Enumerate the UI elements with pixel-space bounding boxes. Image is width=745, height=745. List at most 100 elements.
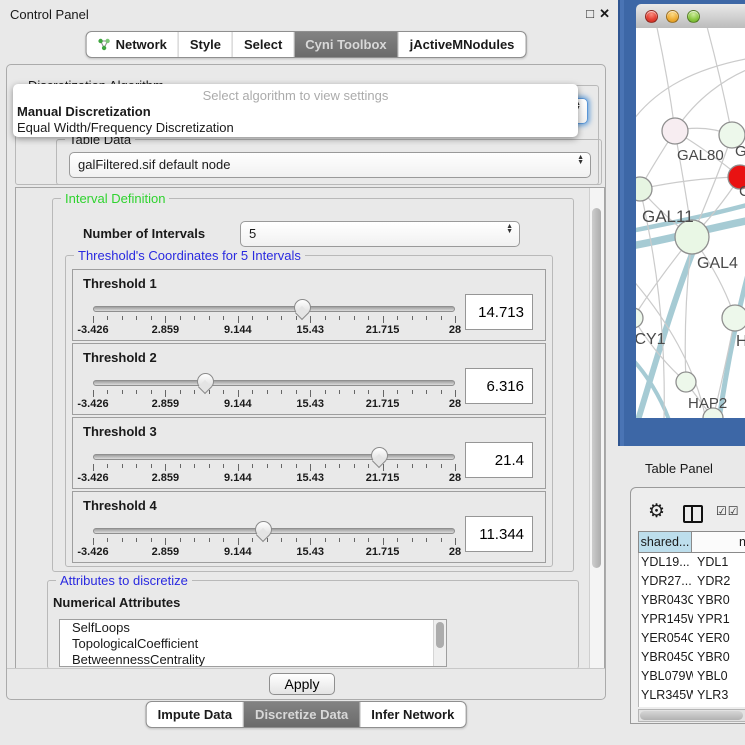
- node-label: H: [736, 333, 745, 350]
- tab-label: Style: [190, 37, 221, 52]
- table-row[interactable]: YIL052CYIL0: [639, 705, 745, 707]
- table-data-group: Table Data galFiltered.sif default node …: [56, 139, 602, 185]
- node-gal11[interactable]: [636, 177, 652, 201]
- column-header-name[interactable]: n: [692, 532, 745, 552]
- tab-impute-data[interactable]: Impute Data: [147, 702, 243, 727]
- threshold-3-slider[interactable]: -3.426 2.859 9.144 15.43 21.715 28: [93, 446, 455, 486]
- attributes-group: Attributes to discretize Numerical Attri…: [47, 580, 579, 669]
- tab-label: Network: [116, 37, 167, 52]
- threshold-2-value-field[interactable]: [465, 368, 533, 404]
- table-row[interactable]: YER054CYER0: [639, 629, 745, 648]
- scrollbar-thumb[interactable]: [592, 208, 601, 568]
- number-of-intervals-label: Number of Intervals: [83, 226, 205, 241]
- tab-label: Discretize Data: [255, 707, 348, 722]
- threshold-3-panel: Threshold 3 -3.426 2.859 9.144 15.43 21.…: [72, 417, 546, 489]
- slider-track[interactable]: [93, 380, 455, 386]
- dropdown-option-manual-discretization[interactable]: Manual Discretization: [17, 104, 151, 119]
- threshold-label: Threshold 2: [83, 350, 157, 365]
- slider-track[interactable]: [93, 306, 455, 312]
- split-columns-icon[interactable]: [683, 505, 703, 523]
- scrollbar-thumb[interactable]: [640, 711, 743, 720]
- threshold-label: Threshold 3: [83, 424, 157, 439]
- slider-tick-labels: -3.426 2.859 9.144 15.43 21.715 28: [93, 472, 455, 484]
- slider-tick-labels: -3.426 2.859 9.144 15.43 21.715 28: [93, 546, 455, 558]
- vertical-scrollbar[interactable]: [589, 188, 604, 670]
- tab-cyni-toolbox[interactable]: Cyni Toolbox: [293, 32, 397, 57]
- node-label: G: [735, 143, 745, 160]
- close-icon[interactable]: ✕: [599, 6, 610, 22]
- tab-discretize-data[interactable]: Discretize Data: [243, 702, 359, 727]
- close-traffic-light-icon[interactable]: [645, 10, 658, 23]
- table-row[interactable]: YDL19...YDL1: [639, 553, 745, 572]
- list-item[interactable]: TopologicalCoefficient: [60, 636, 446, 652]
- tab-label: jActiveMNodules: [410, 37, 515, 52]
- threshold-1-value-field[interactable]: [465, 294, 533, 330]
- combo-arrows-icon: ▲▼: [577, 155, 584, 165]
- apply-button[interactable]: Apply: [269, 673, 335, 695]
- node-gal80[interactable]: [662, 118, 688, 144]
- threshold-3-value-field[interactable]: [465, 442, 533, 478]
- panel-title: Control Panel: [10, 7, 89, 22]
- node-hap2[interactable]: [676, 372, 696, 392]
- dropdown-option-equal-width-frequency[interactable]: Equal Width/Frequency Discretization: [17, 120, 234, 135]
- node-label: GAL80: [677, 147, 724, 164]
- slider-thumb[interactable]: [371, 447, 388, 464]
- threshold-coordinates-group: Threshold's Coordinates for 5 Intervals …: [65, 255, 553, 567]
- table-row[interactable]: YBR043CYBR0: [639, 591, 745, 610]
- threshold-2-slider[interactable]: -3.426 2.859 9.144 15.43 21.715 28: [93, 372, 455, 412]
- table-header-row: shared... n: [638, 531, 745, 553]
- table-row[interactable]: YBL079WYBL0: [639, 667, 745, 686]
- threshold-label: Threshold 4: [83, 498, 157, 513]
- numerical-attributes-label: Numerical Attributes: [53, 595, 180, 610]
- column-checkboxes-icon[interactable]: ☑☑: [716, 504, 740, 518]
- float-window-icon[interactable]: □: [586, 6, 594, 21]
- tab-select[interactable]: Select: [232, 32, 293, 57]
- algorithm-dropdown-popup: Select algorithm to view settings Manual…: [13, 84, 578, 137]
- zoom-traffic-light-icon[interactable]: [687, 10, 700, 23]
- threshold-4-slider[interactable]: -3.426 2.859 9.144 15.43 21.715 28: [93, 520, 455, 560]
- minimize-traffic-light-icon[interactable]: [666, 10, 679, 23]
- network-window-titlebar[interactable]: [636, 4, 745, 29]
- threshold-1-panel: Threshold 1 -3.426 2.859 9.144 15.43 21.…: [72, 269, 546, 341]
- tab-label: Impute Data: [158, 707, 232, 722]
- tab-style[interactable]: Style: [178, 32, 232, 57]
- threshold-4-value-field[interactable]: [465, 516, 533, 552]
- slider-track[interactable]: [93, 528, 455, 534]
- slider-thumb[interactable]: [255, 521, 272, 538]
- table-data-combobox[interactable]: galFiltered.sif default node ▲▼: [69, 152, 591, 178]
- list-item[interactable]: SelfLoops: [60, 620, 446, 636]
- slider-thumb[interactable]: [197, 373, 214, 390]
- horizontal-scrollbar[interactable]: [638, 709, 745, 722]
- table-body: YDL19...YDL1 YDR27...YDR2 YBR043CYBR0 YP…: [638, 553, 745, 707]
- node-gcy1[interactable]: [636, 308, 643, 328]
- list-item[interactable]: BetweennessCentrality: [60, 652, 446, 667]
- node-h[interactable]: [722, 305, 745, 331]
- table-row[interactable]: YLR345WYLR3: [639, 686, 745, 705]
- bottom-tab-bar: Impute Data Discretize Data Infer Networ…: [146, 701, 467, 728]
- threshold-2-panel: Threshold 2 -3.426 2.859 9.144 15.43 21.…: [72, 343, 546, 415]
- network-canvas[interactable]: GAL80 G C GAL11 GAL4 GCY1 H HAP2: [636, 28, 745, 418]
- combo-value: 5: [249, 226, 256, 241]
- number-of-intervals-combobox[interactable]: 5 ▲▼: [240, 221, 520, 247]
- slider-thumb[interactable]: [294, 299, 311, 316]
- top-tab-bar: Network Style Select Cyni Toolbox jActiv…: [86, 31, 527, 58]
- slider-track[interactable]: [93, 454, 455, 460]
- column-header-shared-name[interactable]: shared...: [639, 532, 692, 552]
- control-panel-titlebar: Control Panel □ ✕: [0, 0, 612, 26]
- table-row[interactable]: YBR045CYBR0: [639, 648, 745, 667]
- node-label: GAL4: [697, 255, 738, 272]
- tab-jactivemnodules[interactable]: jActiveMNodules: [398, 32, 526, 57]
- table-row[interactable]: YDR27...YDR2: [639, 572, 745, 591]
- tab-network[interactable]: Network: [87, 32, 178, 57]
- slider-tick-labels: -3.426 2.859 9.144 15.43 21.715 28: [93, 324, 455, 336]
- tab-infer-network[interactable]: Infer Network: [359, 702, 465, 727]
- table-panel: ⚙ ☑☑ shared... n YDL19...YDL1 YDR27...YD…: [630, 487, 745, 724]
- network-view-window[interactable]: GAL80 G C GAL11 GAL4 GCY1 H HAP2: [618, 0, 745, 446]
- threshold-1-slider[interactable]: -3.426 2.859 9.144 15.43 21.715 28: [93, 298, 455, 338]
- threshold-label: Threshold 1: [83, 276, 157, 291]
- list-scrollbar[interactable]: [433, 620, 446, 666]
- node-label: HAP2: [688, 395, 727, 412]
- table-row[interactable]: YPR145WYPR1: [639, 610, 745, 629]
- settings-scroll-panel: Interval Definition Number of Intervals …: [15, 187, 605, 671]
- gear-icon[interactable]: ⚙: [648, 500, 665, 523]
